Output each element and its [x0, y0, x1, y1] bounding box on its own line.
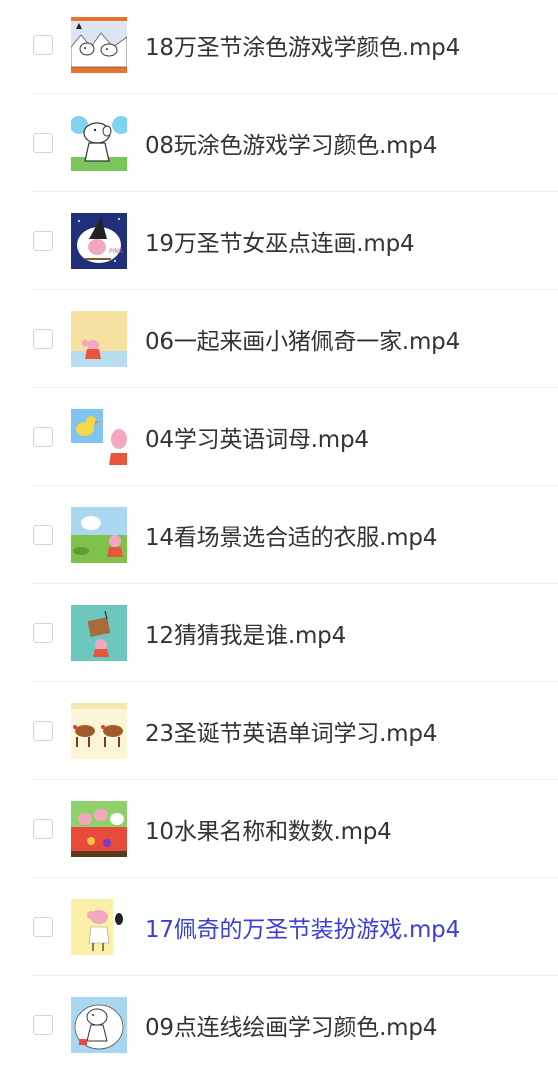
file-name[interactable]: 18万圣节涂色游戏学颜色.mp4 — [145, 28, 460, 62]
svg-text:PINK: PINK — [109, 248, 124, 255]
select-checkbox[interactable] — [33, 525, 53, 545]
file-list: 18万圣节涂色游戏学颜色.mp4 08玩涂色游戏学习颜色.mp4 PINK 19… — [0, 0, 558, 1061]
select-checkbox[interactable] — [33, 819, 53, 839]
file-name[interactable]: 10水果名称和数数.mp4 — [145, 812, 392, 846]
video-thumbnail-witch-dots[interactable]: PINK — [71, 213, 127, 269]
file-name[interactable]: 12猜猜我是谁.mp4 — [145, 616, 346, 650]
file-name[interactable]: 04学习英语词母.mp4 — [145, 420, 369, 454]
file-row[interactable]: 08玩涂色游戏学习颜色.mp4 — [0, 94, 558, 192]
select-checkbox[interactable] — [33, 35, 53, 55]
video-thumbnail-outdoor-scene[interactable] — [71, 507, 127, 563]
select-checkbox[interactable] — [33, 623, 53, 643]
file-row[interactable]: 10水果名称和数数.mp4 — [0, 780, 558, 878]
file-row[interactable]: 06一起来画小猪佩奇一家.mp4 — [0, 290, 558, 388]
video-thumbnail-guess-who[interactable] — [71, 605, 127, 661]
file-row[interactable]: 09点连线绘画学习颜色.mp4 — [0, 976, 558, 1074]
file-name[interactable]: 08玩涂色游戏学习颜色.mp4 — [145, 126, 437, 160]
video-thumbnail-reindeer[interactable] — [71, 703, 127, 759]
select-checkbox[interactable] — [33, 917, 53, 937]
file-row[interactable]: 23圣诞节英语单词学习.mp4 — [0, 682, 558, 780]
file-name[interactable]: 09点连线绘画学习颜色.mp4 — [145, 1008, 437, 1042]
file-name[interactable]: 06一起来画小猪佩奇一家.mp4 — [145, 322, 460, 356]
file-row[interactable]: 14看场景选合适的衣服.mp4 — [0, 486, 558, 584]
file-name[interactable]: 17佩奇的万圣节装扮游戏.mp4 — [145, 910, 460, 944]
video-thumbnail-halloween-coloring[interactable] — [71, 17, 127, 73]
file-row[interactable]: 17佩奇的万圣节装扮游戏.mp4 — [0, 878, 558, 976]
file-row[interactable]: 12猜猜我是谁.mp4 — [0, 584, 558, 682]
select-checkbox[interactable] — [33, 721, 53, 741]
file-row[interactable]: 18万圣节涂色游戏学颜色.mp4 — [0, 0, 558, 94]
select-checkbox[interactable] — [33, 1015, 53, 1035]
file-name[interactable]: 14看场景选合适的衣服.mp4 — [145, 518, 437, 552]
file-name[interactable]: 23圣诞节英语单词学习.mp4 — [145, 714, 437, 748]
video-thumbnail-dot-drawing[interactable] — [71, 997, 127, 1053]
video-thumbnail-picnic-fruit[interactable] — [71, 801, 127, 857]
video-thumbnail-peppa-family[interactable] — [71, 311, 127, 367]
video-thumbnail-peppa-coloring[interactable] — [71, 115, 127, 171]
video-thumbnail-duck-letters[interactable] — [71, 409, 127, 465]
select-checkbox[interactable] — [33, 329, 53, 349]
file-row[interactable]: 04学习英语词母.mp4 — [0, 388, 558, 486]
select-checkbox[interactable] — [33, 427, 53, 447]
video-thumbnail-halloween-dressup[interactable] — [71, 899, 127, 955]
select-checkbox[interactable] — [33, 231, 53, 251]
file-name[interactable]: 19万圣节女巫点连画.mp4 — [145, 224, 415, 258]
select-checkbox[interactable] — [33, 133, 53, 153]
file-row[interactable]: PINK 19万圣节女巫点连画.mp4 — [0, 192, 558, 290]
